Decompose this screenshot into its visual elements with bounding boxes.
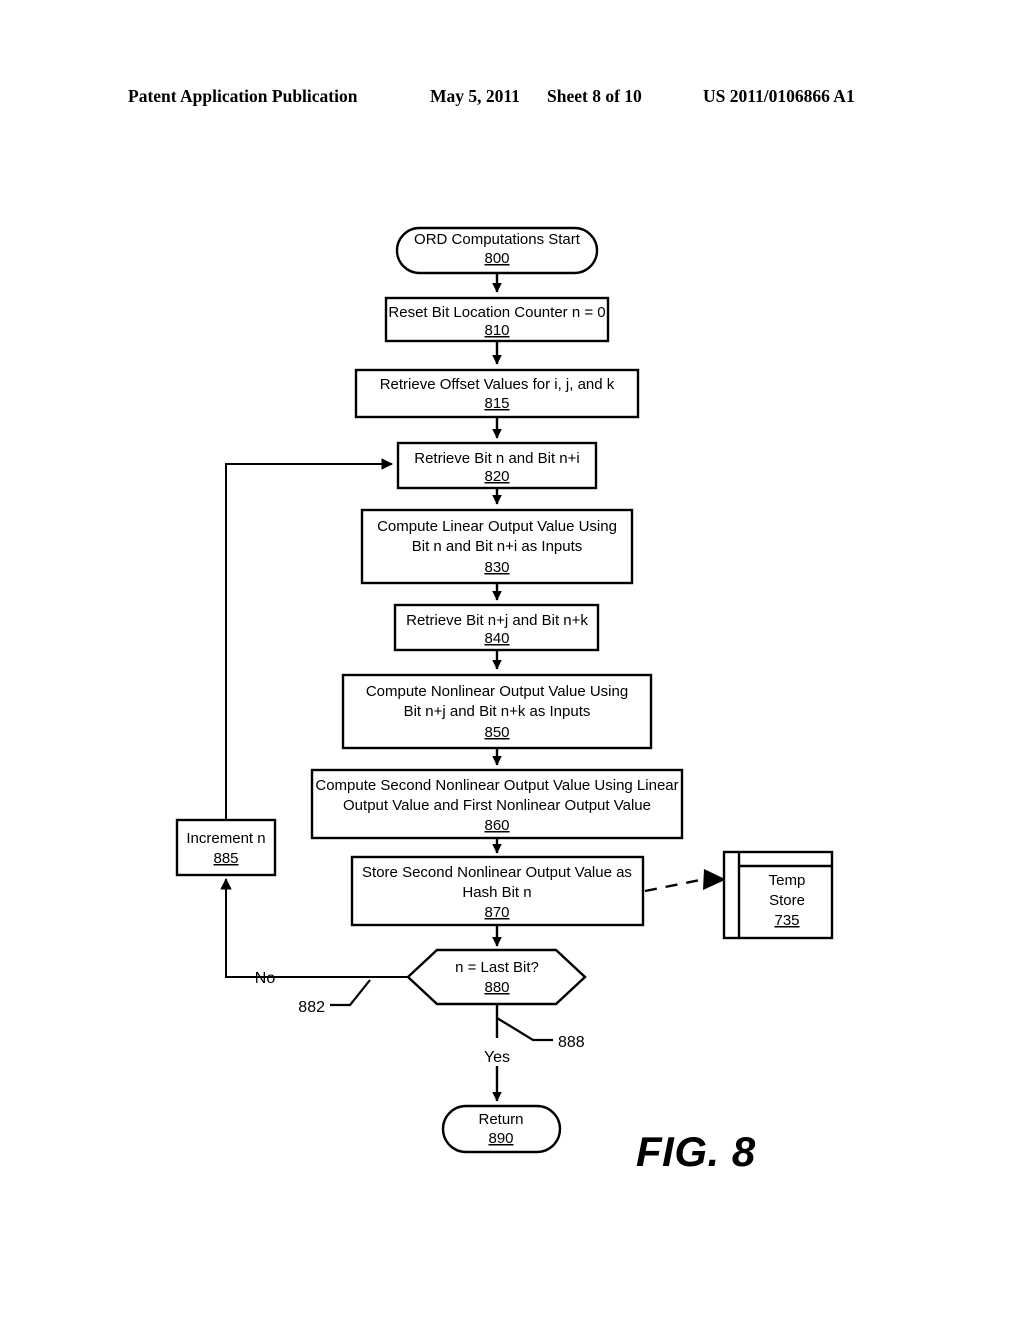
node-885-increment-n: Increment n 885 [175, 818, 277, 877]
node-840-retrieve-bit-nj-nk: Retrieve Bit n+j and Bit n+k 840 [393, 603, 600, 652]
node-860-label-line-1: Compute Second Nonlinear Output Value Us… [315, 777, 678, 794]
node-800-ord-computations-start: ORD Computations Start 800 [395, 226, 599, 275]
node-860-label-line-2: Output Value and First Nonlinear Output … [343, 797, 651, 814]
leader-line-888 [496, 1017, 553, 1042]
node-870-label-line-2: Hash Bit n [462, 884, 531, 901]
node-850-compute-nonlinear-output-value: Compute Nonlinear Output Value Using Bit… [341, 673, 653, 750]
reference-numeral-882: 882 [298, 999, 325, 1016]
node-880-label-line-1: n = Last Bit? [455, 959, 539, 976]
node-830-compute-linear-output-value: Compute Linear Output Value Using Bit n … [360, 508, 634, 585]
node-890-label-line-1: Return [478, 1111, 523, 1128]
node-860-compute-second-nonlinear-output-value: Compute Second Nonlinear Output Value Us… [310, 768, 684, 840]
node-820-ref: 820 [484, 468, 509, 485]
node-800-label-line-1: ORD Computations Start [414, 231, 581, 248]
node-830-ref: 830 [484, 559, 509, 576]
node-850-label-line-1: Compute Nonlinear Output Value Using [366, 683, 628, 700]
node-735-label-line-2: Store [769, 892, 805, 909]
node-830-label-line-2: Bit n and Bit n+i as Inputs [412, 538, 583, 555]
node-735-label-line-1: Temp [769, 872, 806, 889]
node-880-n-equals-last-bit-decision: n = Last Bit? 880 [406, 948, 587, 1006]
node-735-temp-store: Temp Store 735 [722, 850, 834, 940]
node-850-label-line-2: Bit n+j and Bit n+k as Inputs [404, 703, 591, 720]
node-810-ref: 810 [484, 322, 509, 339]
node-815-retrieve-offset-values: Retrieve Offset Values for i, j, and k 8… [354, 368, 640, 419]
node-820-label-line-1: Retrieve Bit n and Bit n+i [414, 450, 580, 467]
node-850-ref: 850 [484, 724, 509, 741]
edge-label-yes: Yes [484, 1049, 510, 1066]
edge-label-no: No [255, 970, 276, 987]
node-880-ref: 880 [484, 979, 509, 996]
node-840-ref: 840 [484, 630, 509, 647]
node-735-ref: 735 [774, 912, 799, 929]
node-840-label-line-1: Retrieve Bit n+j and Bit n+k [406, 612, 588, 629]
node-890-ref: 890 [488, 1130, 513, 1147]
leader-line-882 [330, 979, 371, 1007]
node-810-label-line-1: Reset Bit Location Counter n = 0 [388, 304, 605, 321]
figure-label: FIG. 8 [636, 1128, 756, 1175]
node-800-ref: 800 [484, 250, 509, 267]
node-870-ref: 870 [484, 904, 509, 921]
node-815-label-line-1: Retrieve Offset Values for i, j, and k [380, 376, 615, 393]
flowchart-diagram: Temp Store (dashed) --> ORD Computations… [175, 226, 834, 1154]
node-815-ref: 815 [484, 395, 509, 412]
node-830-label-line-1: Compute Linear Output Value Using [377, 518, 617, 535]
node-885-label-line-1: Increment n [186, 830, 265, 847]
patent-figure-page: Patent Application Publication May 5, 20… [0, 0, 1024, 1320]
connector-870-tempstore-arrowhead [703, 869, 726, 890]
node-870-label-line-1: Store Second Nonlinear Output Value as [362, 864, 632, 881]
node-885-ref: 885 [213, 850, 238, 867]
node-860-ref: 860 [484, 817, 509, 834]
node-890-return: Return 890 [441, 1104, 562, 1154]
node-810-reset-bit-location-counter: Reset Bit Location Counter n = 0 810 [384, 296, 610, 343]
node-820-retrieve-bit-n: Retrieve Bit n and Bit n+i 820 [396, 441, 598, 490]
reference-numeral-888: 888 [558, 1034, 585, 1051]
connector-870-tempstore-dashed [644, 877, 706, 893]
node-870-store-second-nonlinear-output-value: Store Second Nonlinear Output Value as H… [350, 855, 645, 927]
